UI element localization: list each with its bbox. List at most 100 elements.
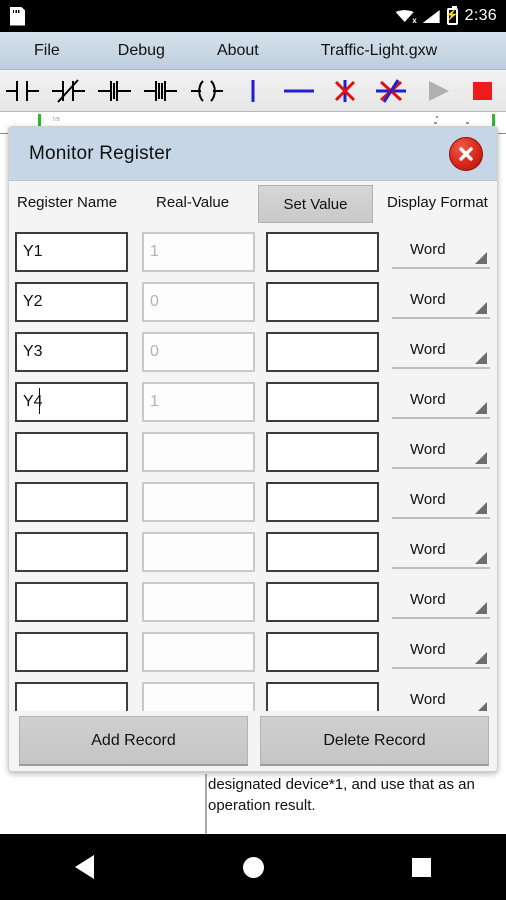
- register-name-input-5[interactable]: [15, 432, 128, 472]
- display-format-spinner-8[interactable]: Word: [392, 587, 490, 619]
- real-value-input-9[interactable]: [142, 632, 255, 672]
- ladder-mark-a: [434, 122, 437, 124]
- dropdown-triangle-icon: [475, 452, 487, 464]
- display-format-spinner-5[interactable]: Word: [392, 437, 490, 469]
- display-format-value: Word: [410, 391, 446, 408]
- set-value-input-6[interactable]: [266, 482, 379, 522]
- dropdown-triangle-icon: [475, 402, 487, 414]
- register-name-input-2[interactable]: [15, 282, 128, 322]
- phone-screen: x ⚡ 2:36 File Debug About Traffic-Light.…: [0, 0, 506, 900]
- register-name-input-4[interactable]: [15, 382, 128, 422]
- display-format-value: Word: [410, 491, 446, 508]
- close-icon[interactable]: [449, 137, 483, 171]
- display-format-value: Word: [410, 341, 446, 358]
- set-value-input-7[interactable]: [266, 532, 379, 572]
- dropdown-triangle-icon: [475, 252, 487, 264]
- home-button[interactable]: [169, 856, 338, 878]
- horizontal-line-icon[interactable]: [276, 70, 322, 112]
- battery-charging-icon: ⚡: [445, 5, 459, 25]
- display-format-spinner-6[interactable]: Word: [392, 487, 490, 519]
- android-status-bar: x ⚡ 2:36: [0, 0, 506, 32]
- set-value-input-3[interactable]: [266, 332, 379, 372]
- display-format-spinner-1[interactable]: Word: [392, 237, 490, 269]
- dialog-title: Monitor Register: [29, 142, 172, 164]
- real-value-input-4[interactable]: [142, 382, 255, 422]
- status-bar-right: x ⚡ 2:36: [395, 5, 506, 25]
- table-row: Word: [9, 477, 497, 527]
- register-name-input-8[interactable]: [15, 582, 128, 622]
- column-header-real-value: Real-Value: [156, 194, 230, 211]
- contact-no-icon[interactable]: [0, 70, 46, 112]
- monitor-register-dialog: Monitor Register Register Name Real-Valu…: [8, 126, 498, 772]
- display-format-spinner-7[interactable]: Word: [392, 537, 490, 569]
- set-value-input-9[interactable]: [266, 632, 379, 672]
- display-format-value: Word: [410, 291, 446, 308]
- ladder-mark-c: [436, 116, 438, 118]
- column-header-row: Register Name Real-Value Display Format: [9, 181, 497, 227]
- set-value-input-1[interactable]: [266, 232, 379, 272]
- dropdown-triangle-icon: [475, 502, 487, 514]
- real-value-input-6[interactable]: [142, 482, 255, 522]
- dropdown-triangle-icon: [475, 302, 487, 314]
- set-value-input-5[interactable]: [266, 432, 379, 472]
- display-format-value: Word: [410, 641, 446, 658]
- display-format-value: Word: [410, 691, 446, 708]
- dropdown-triangle-icon: [475, 552, 487, 564]
- delete-record-button[interactable]: Delete Record: [260, 716, 489, 766]
- set-value-button[interactable]: Set Value: [258, 185, 373, 223]
- register-name-input-7[interactable]: [15, 532, 128, 572]
- dialog-footer: Add Record Delete Record: [9, 711, 497, 771]
- display-format-spinner-2[interactable]: Word: [392, 287, 490, 319]
- contact-falling-icon[interactable]: [138, 70, 184, 112]
- column-header-register-name: Register Name: [17, 194, 118, 211]
- android-nav-bar: [0, 834, 506, 900]
- display-format-spinner-4[interactable]: Word: [392, 387, 490, 419]
- register-name-input-3[interactable]: [15, 332, 128, 372]
- menu-debug[interactable]: Debug: [112, 42, 171, 60]
- real-value-input-2[interactable]: [142, 282, 255, 322]
- back-button[interactable]: [0, 855, 169, 879]
- register-name-input-9[interactable]: [15, 632, 128, 672]
- set-value-input-2[interactable]: [266, 282, 379, 322]
- table-row: Word: [9, 527, 497, 577]
- register-rows: Word Word Word Word Word Word Word Word Word Word: [9, 227, 497, 715]
- delete-vertical-icon[interactable]: [322, 70, 368, 112]
- vertical-line-icon[interactable]: [230, 70, 276, 112]
- menu-file[interactable]: File: [28, 42, 66, 60]
- display-format-spinner-3[interactable]: Word: [392, 337, 490, 369]
- display-format-spinner-9[interactable]: Word: [392, 637, 490, 669]
- table-row: Word: [9, 627, 497, 677]
- cellular-signal-icon: [422, 9, 440, 23]
- table-row: Word: [9, 327, 497, 377]
- real-value-input-7[interactable]: [142, 532, 255, 572]
- real-value-input-5[interactable]: [142, 432, 255, 472]
- coil-icon[interactable]: [184, 70, 230, 112]
- register-name-input-1[interactable]: [15, 232, 128, 272]
- set-value-input-4[interactable]: [266, 382, 379, 422]
- add-record-button[interactable]: Add Record: [19, 716, 248, 766]
- run-icon[interactable]: [414, 70, 460, 112]
- text-caret: [39, 388, 40, 414]
- display-format-value: Word: [410, 241, 446, 258]
- contact-rising-icon[interactable]: [92, 70, 138, 112]
- recents-button[interactable]: [337, 857, 506, 877]
- ladder-tick-label: T/B: [52, 117, 60, 123]
- table-row: Word: [9, 377, 497, 427]
- stop-icon[interactable]: [460, 70, 506, 112]
- background-divider: [205, 774, 207, 834]
- menu-about[interactable]: About: [211, 42, 265, 60]
- register-name-input-6[interactable]: [15, 482, 128, 522]
- dialog-header: Monitor Register: [9, 127, 497, 181]
- display-format-value: Word: [410, 591, 446, 608]
- background-document-text: designated device*1, and use that as an …: [208, 776, 475, 814]
- real-value-input-8[interactable]: [142, 582, 255, 622]
- display-format-value: Word: [410, 541, 446, 558]
- contact-nc-icon[interactable]: [46, 70, 92, 112]
- set-value-input-8[interactable]: [266, 582, 379, 622]
- real-value-input-3[interactable]: [142, 332, 255, 372]
- document-title: Traffic-Light.gxw: [320, 41, 438, 59]
- delete-line-icon[interactable]: [368, 70, 414, 112]
- real-value-input-1[interactable]: [142, 232, 255, 272]
- dropdown-triangle-icon: [475, 352, 487, 364]
- table-row: Word: [9, 277, 497, 327]
